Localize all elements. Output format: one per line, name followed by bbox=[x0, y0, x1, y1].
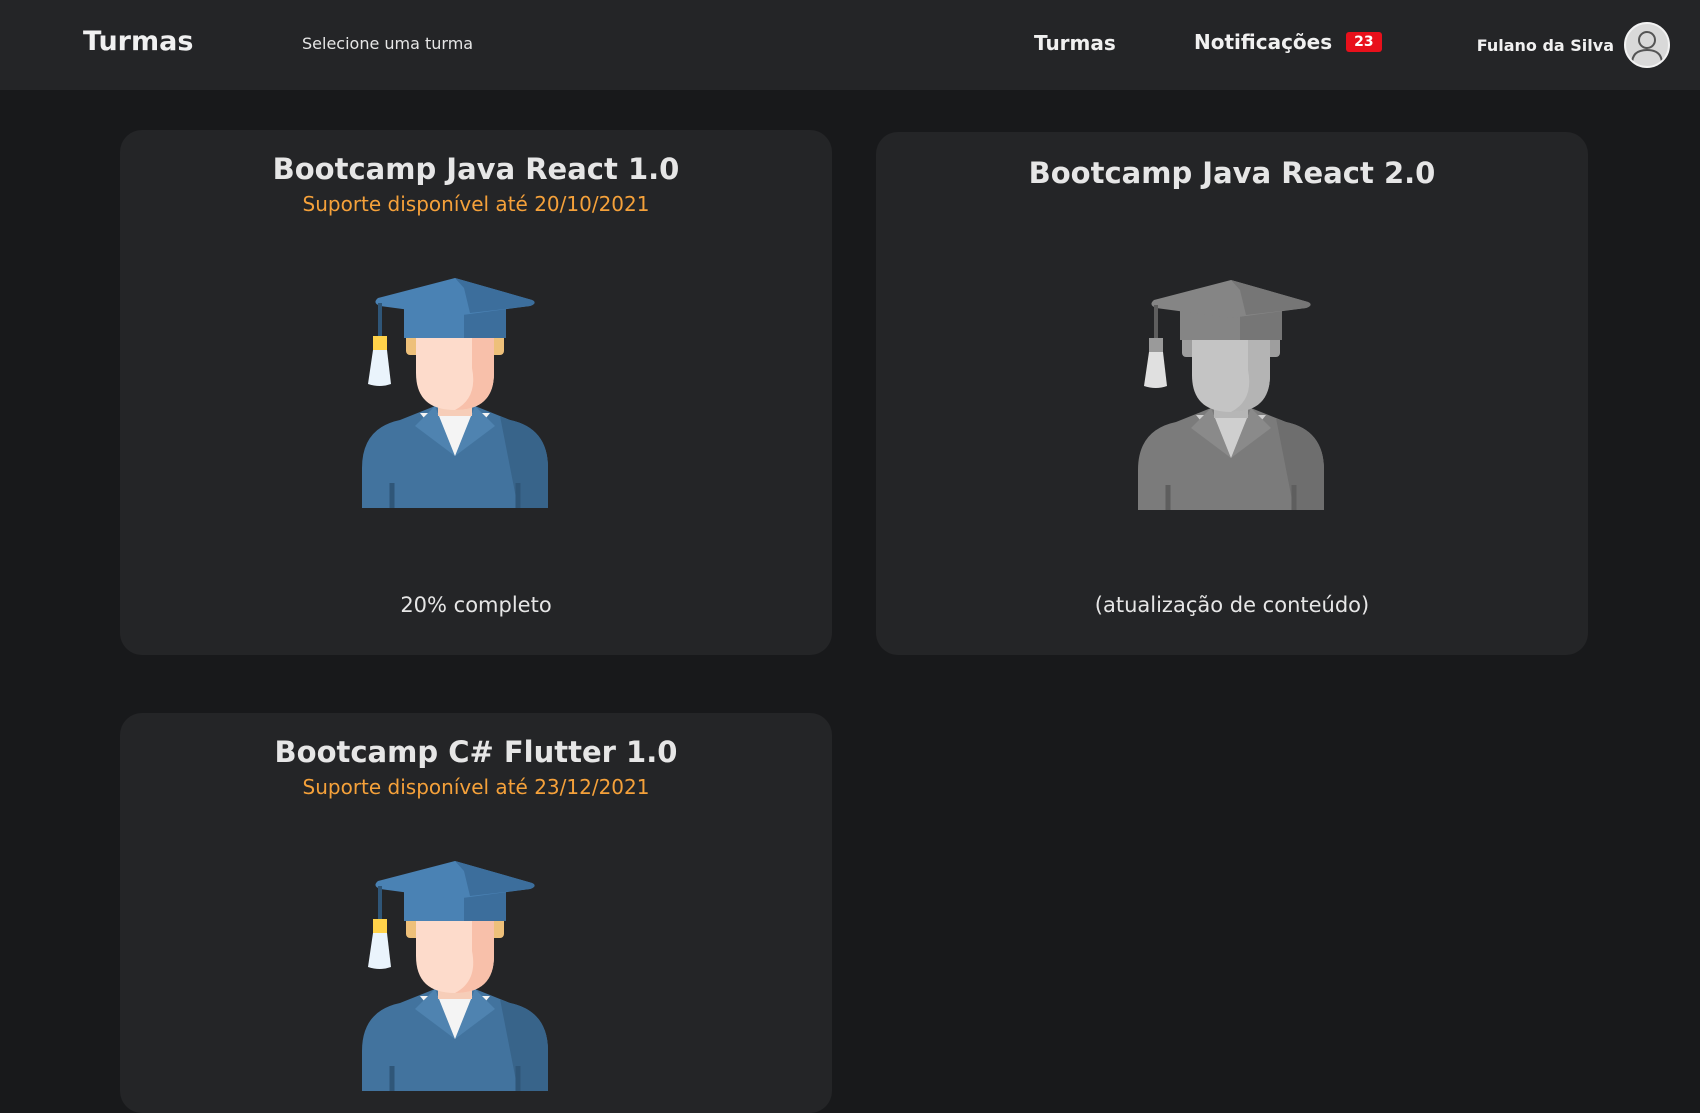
nav-turmas-link[interactable]: Turmas bbox=[1034, 31, 1116, 55]
course-title: Bootcamp Java React 2.0 bbox=[1028, 156, 1436, 190]
graduate-icon bbox=[360, 278, 550, 513]
avatar[interactable] bbox=[1624, 22, 1670, 68]
course-progress: 20% completo bbox=[400, 593, 552, 617]
page-subtitle: Selecione uma turma bbox=[302, 34, 474, 53]
top-bar: Turmas Selecione uma turma Turmas Notifi… bbox=[0, 0, 1700, 90]
course-support-date: Suporte disponível até 20/10/2021 bbox=[302, 192, 650, 216]
course-support-date: Suporte disponível até 23/12/2021 bbox=[302, 775, 650, 799]
brand-title: Turmas bbox=[83, 26, 194, 57]
nav-notifications-label: Notificações bbox=[1194, 30, 1333, 54]
user-name: Fulano da Silva bbox=[1476, 35, 1614, 55]
notification-count-badge: 23 bbox=[1346, 32, 1382, 52]
user-menu[interactable]: Fulano da Silva bbox=[1477, 22, 1670, 68]
nav-notifications-link[interactable]: Notificações 23 bbox=[1194, 30, 1382, 54]
course-card[interactable]: Bootcamp Java React 2.0 (atualização de … bbox=[876, 132, 1588, 655]
graduate-icon bbox=[1136, 280, 1326, 515]
course-title: Bootcamp Java React 1.0 bbox=[272, 152, 680, 186]
course-card[interactable]: Bootcamp Java React 1.0 Suporte disponív… bbox=[120, 130, 832, 655]
course-status: (atualização de conteúdo) bbox=[1094, 593, 1370, 617]
course-title: Bootcamp C# Flutter 1.0 bbox=[274, 735, 678, 769]
course-card[interactable]: Bootcamp C# Flutter 1.0 Suporte disponív… bbox=[120, 713, 832, 1113]
user-avatar-icon bbox=[1631, 31, 1663, 65]
graduate-icon bbox=[360, 861, 550, 1096]
